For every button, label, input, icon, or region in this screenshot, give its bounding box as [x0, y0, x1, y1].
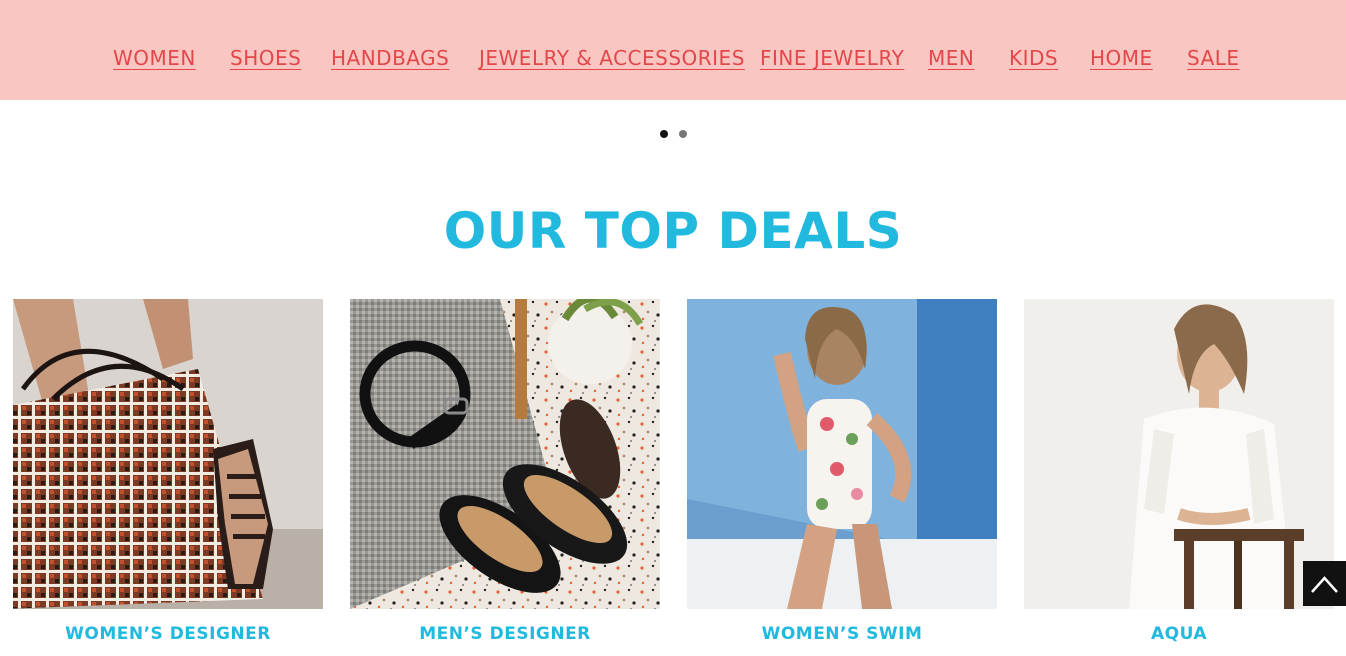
- nav-link-shoes[interactable]: SHOES: [230, 46, 301, 70]
- deal-card-label: WOMEN’S DESIGNER: [65, 624, 271, 644]
- back-to-top-button[interactable]: [1303, 561, 1346, 606]
- category-nav-banner: WOMEN SHOES HANDBAGS JEWELRY & ACCESSORI…: [0, 0, 1346, 100]
- deal-card-womens-swim[interactable]: WOMEN’S SWIM: [687, 299, 997, 656]
- nav-link-home[interactable]: HOME: [1090, 46, 1153, 70]
- mens-designer-image: [350, 299, 660, 609]
- nav-link-men[interactable]: MEN: [928, 46, 974, 70]
- nav-link-handbags[interactable]: HANDBAGS: [331, 46, 449, 70]
- deal-card-label: MEN’S DESIGNER: [419, 624, 591, 644]
- nav-link-fine-jewelry[interactable]: FINE JEWELRY: [760, 46, 904, 70]
- deal-card-label: AQUA: [1150, 624, 1208, 644]
- nav-link-sale[interactable]: SALE: [1187, 46, 1240, 70]
- deal-card-aqua[interactable]: AQUA: [1024, 299, 1334, 656]
- deal-card-mens-designer[interactable]: MEN’S DESIGNER: [350, 299, 660, 656]
- carousel-dot-1[interactable]: [660, 130, 668, 138]
- carousel-dot-2[interactable]: [679, 130, 687, 138]
- section-title: OUR TOP DEALS: [443, 202, 903, 260]
- nav-link-kids[interactable]: KIDS: [1009, 46, 1058, 70]
- womens-designer-image: [13, 299, 323, 609]
- deal-card-womens-designer[interactable]: WOMEN’S DESIGNER: [13, 299, 323, 656]
- aqua-image: [1024, 299, 1334, 609]
- nav-link-women[interactable]: WOMEN: [113, 46, 196, 70]
- nav-link-jewelry-accessories[interactable]: JEWELRY & ACCESSORIES: [479, 46, 745, 70]
- arrow-up-icon: [1311, 576, 1338, 593]
- deal-card-label: WOMEN’S SWIM: [761, 624, 923, 644]
- womens-swim-image: [687, 299, 997, 609]
